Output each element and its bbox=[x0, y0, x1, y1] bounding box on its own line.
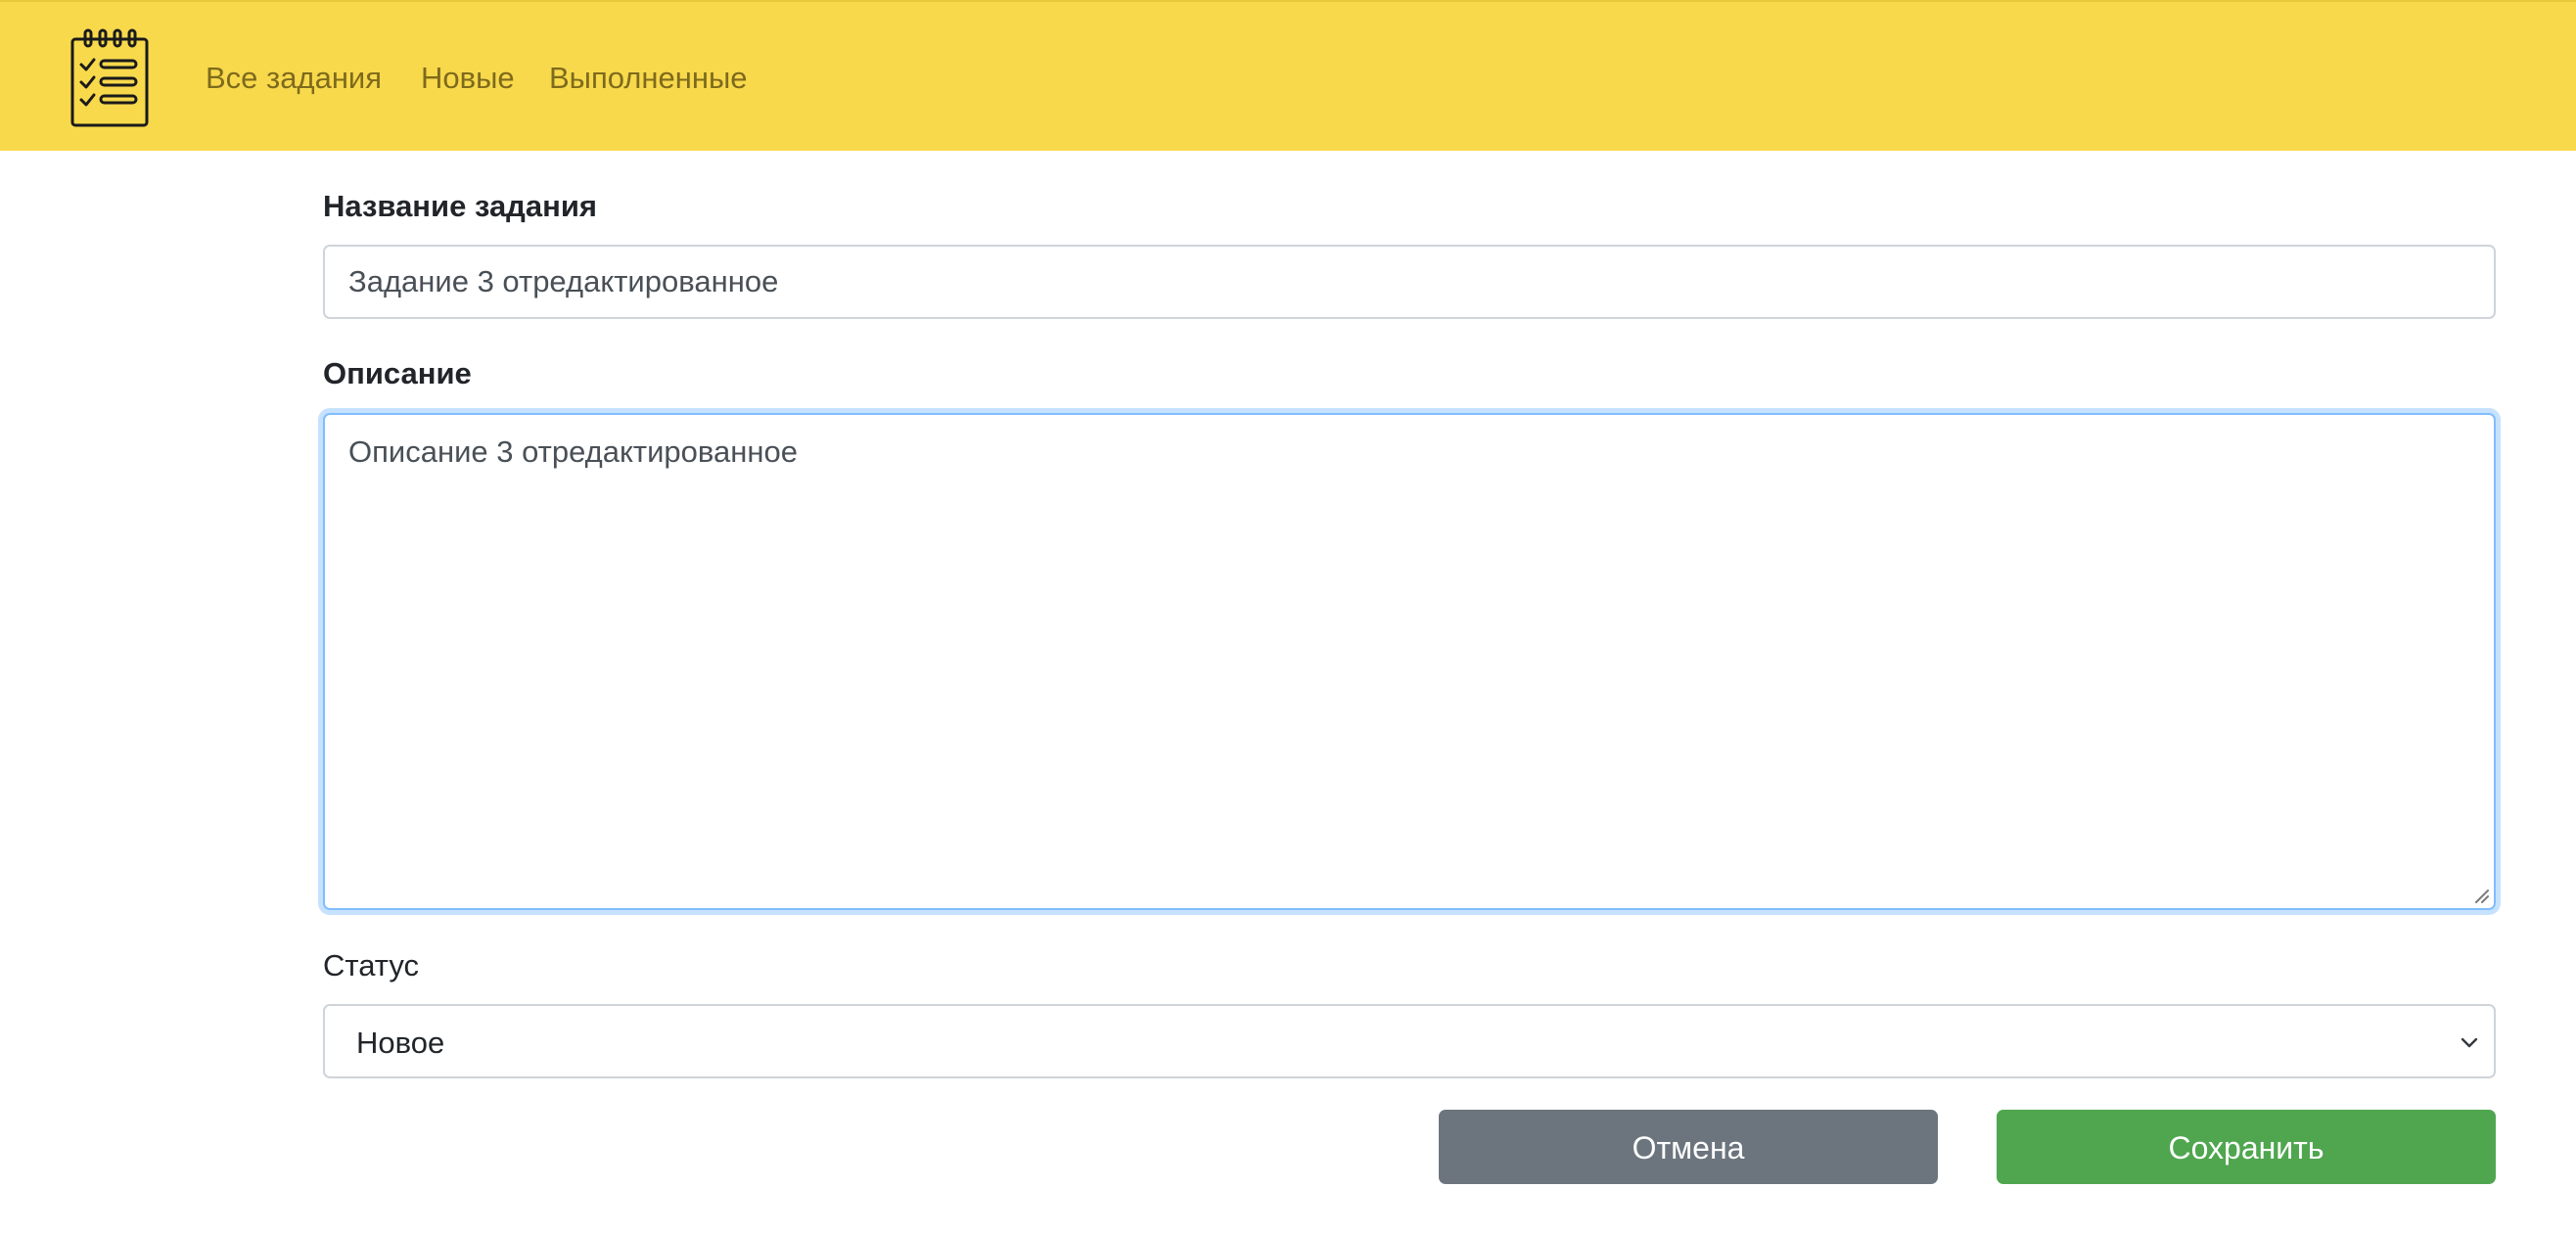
nav-link-new[interactable]: Новые bbox=[421, 59, 515, 98]
title-label: Название задания bbox=[323, 189, 597, 223]
status-select[interactable]: Новое bbox=[323, 1004, 2496, 1078]
description-label: Описание bbox=[323, 356, 472, 390]
nav-link-completed[interactable]: Выполненные bbox=[549, 59, 748, 98]
title-input[interactable] bbox=[323, 245, 2496, 319]
nav-link-all-tasks[interactable]: Все задания bbox=[206, 59, 382, 98]
resize-grip-icon[interactable] bbox=[2470, 885, 2490, 904]
checklist-icon[interactable] bbox=[69, 27, 151, 129]
status-label: Статус bbox=[323, 948, 419, 982]
chevron-down-icon bbox=[2461, 1037, 2478, 1048]
description-textarea[interactable]: Описание 3 отредактированное bbox=[325, 415, 2494, 908]
navbar: Все задания Новые Выполненные bbox=[0, 0, 2576, 151]
save-button[interactable]: Сохранить bbox=[1997, 1110, 2496, 1184]
description-field: Описание 3 отредактированное bbox=[323, 413, 2496, 910]
status-selected-value: Новое bbox=[356, 1026, 445, 1060]
cancel-button[interactable]: Отмена bbox=[1439, 1110, 1938, 1184]
